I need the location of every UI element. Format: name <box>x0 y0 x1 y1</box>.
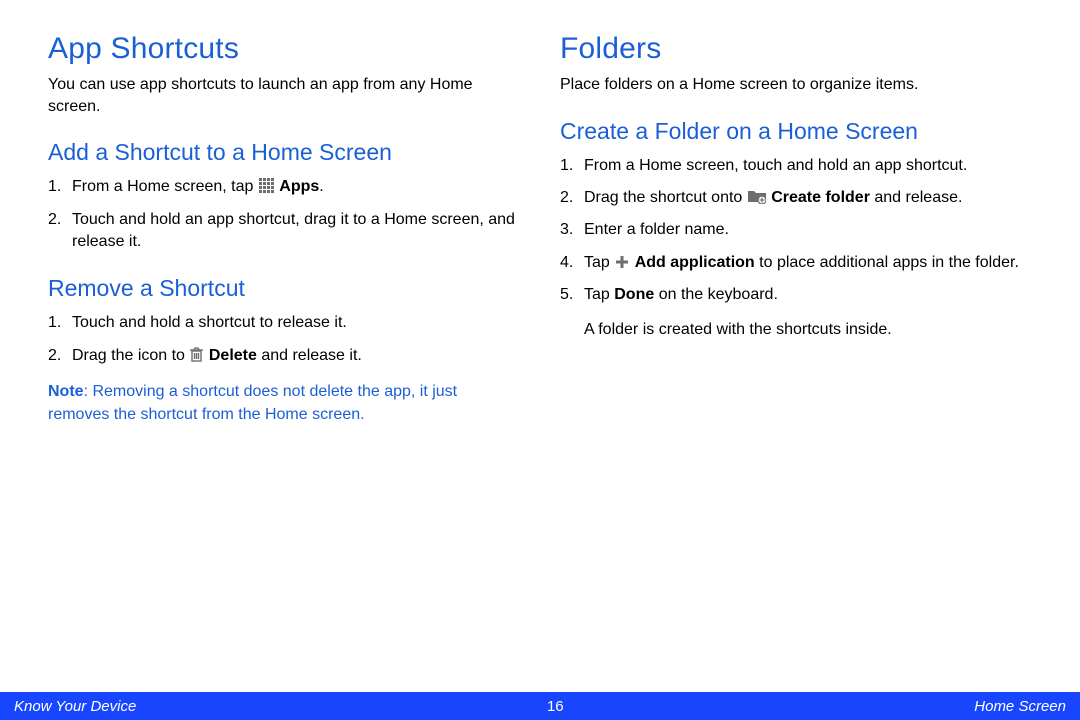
left-column: App Shortcuts You can use app shortcuts … <box>48 32 520 426</box>
add-shortcut-step-1: 1. From a Home screen, tap Apps. <box>72 176 520 198</box>
remove-shortcut-step-2: 2. Drag the icon to Delete and release i… <box>72 345 520 367</box>
step-text: Touch and hold an app shortcut, drag it … <box>72 211 515 250</box>
apps-label: Apps <box>279 178 319 195</box>
note-label: Note <box>48 383 84 400</box>
step-number: 1. <box>48 312 61 334</box>
step-text-end: . <box>319 178 323 195</box>
step-text-end: on the keyboard. <box>654 286 778 303</box>
create-folder-steps: 1. From a Home screen, touch and hold an… <box>560 155 1032 307</box>
heading-folders: Folders <box>560 32 1032 66</box>
step-text: Touch and hold a shortcut to release it. <box>72 314 347 331</box>
remove-shortcut-step-1: 1. Touch and hold a shortcut to release … <box>72 312 520 334</box>
two-column-layout: App Shortcuts You can use app shortcuts … <box>48 32 1032 426</box>
heading-remove-shortcut: Remove a Shortcut <box>48 275 520 302</box>
remove-shortcut-steps: 1. Touch and hold a shortcut to release … <box>48 312 520 367</box>
step-number: 3. <box>560 219 573 241</box>
page-footer: Know Your Device 16 Home Screen <box>0 692 1080 720</box>
create-folder-step-2: 2. Drag the shortcut onto Create folder … <box>584 187 1032 209</box>
apps-grid-icon <box>259 178 274 193</box>
step-text: Drag the icon to <box>72 347 189 364</box>
step-text-end: and release. <box>870 189 963 206</box>
done-label: Done <box>614 286 654 303</box>
step-text: Drag the shortcut onto <box>584 189 747 206</box>
step-text-end: and release it. <box>257 347 362 364</box>
right-column: Folders Place folders on a Home screen t… <box>560 32 1032 426</box>
footer-left: Know Your Device <box>14 698 136 715</box>
step-number: 2. <box>48 345 61 367</box>
add-application-label: Add application <box>635 254 755 271</box>
create-folder-icon <box>748 189 766 204</box>
plus-icon <box>615 255 629 269</box>
remove-shortcut-note: Note: Removing a shortcut does not delet… <box>48 381 520 426</box>
create-folder-step-3: 3. Enter a folder name. <box>584 219 1032 241</box>
step-number: 2. <box>560 187 573 209</box>
step-number: 2. <box>48 209 61 231</box>
step-text-end: to place additional apps in the folder. <box>755 254 1019 271</box>
create-folder-step-4: 4. Tap Add application to place addition… <box>584 252 1032 274</box>
step-text: Tap <box>584 254 614 271</box>
create-folder-result: A folder is created with the shortcuts i… <box>560 319 1032 341</box>
heading-app-shortcuts: App Shortcuts <box>48 32 520 66</box>
heading-create-folder: Create a Folder on a Home Screen <box>560 118 1032 145</box>
footer-right: Home Screen <box>974 698 1066 715</box>
step-text: From a Home screen, touch and hold an ap… <box>584 157 967 174</box>
heading-add-shortcut: Add a Shortcut to a Home Screen <box>48 139 520 166</box>
delete-label: Delete <box>209 347 257 364</box>
step-text: Tap <box>584 286 614 303</box>
add-shortcut-step-2: 2. Touch and hold an app shortcut, drag … <box>72 209 520 254</box>
step-number: 1. <box>560 155 573 177</box>
step-number: 5. <box>560 284 573 306</box>
app-shortcuts-intro: You can use app shortcuts to launch an a… <box>48 74 520 117</box>
note-body: : Removing a shortcut does not delete th… <box>48 383 457 422</box>
footer-page-number: 16 <box>547 698 564 715</box>
step-number: 1. <box>48 176 61 198</box>
step-text: Enter a folder name. <box>584 221 729 238</box>
create-folder-step-1: 1. From a Home screen, touch and hold an… <box>584 155 1032 177</box>
add-shortcut-steps: 1. From a Home screen, tap Apps. 2. <box>48 176 520 253</box>
folders-intro: Place folders on a Home screen to organi… <box>560 74 1032 96</box>
manual-page: App Shortcuts You can use app shortcuts … <box>0 0 1080 720</box>
step-number: 4. <box>560 252 573 274</box>
create-folder-label: Create folder <box>771 189 870 206</box>
trash-icon <box>190 347 203 362</box>
step-text: From a Home screen, tap <box>72 178 258 195</box>
create-folder-step-5: 5. Tap Done on the keyboard. <box>584 284 1032 306</box>
